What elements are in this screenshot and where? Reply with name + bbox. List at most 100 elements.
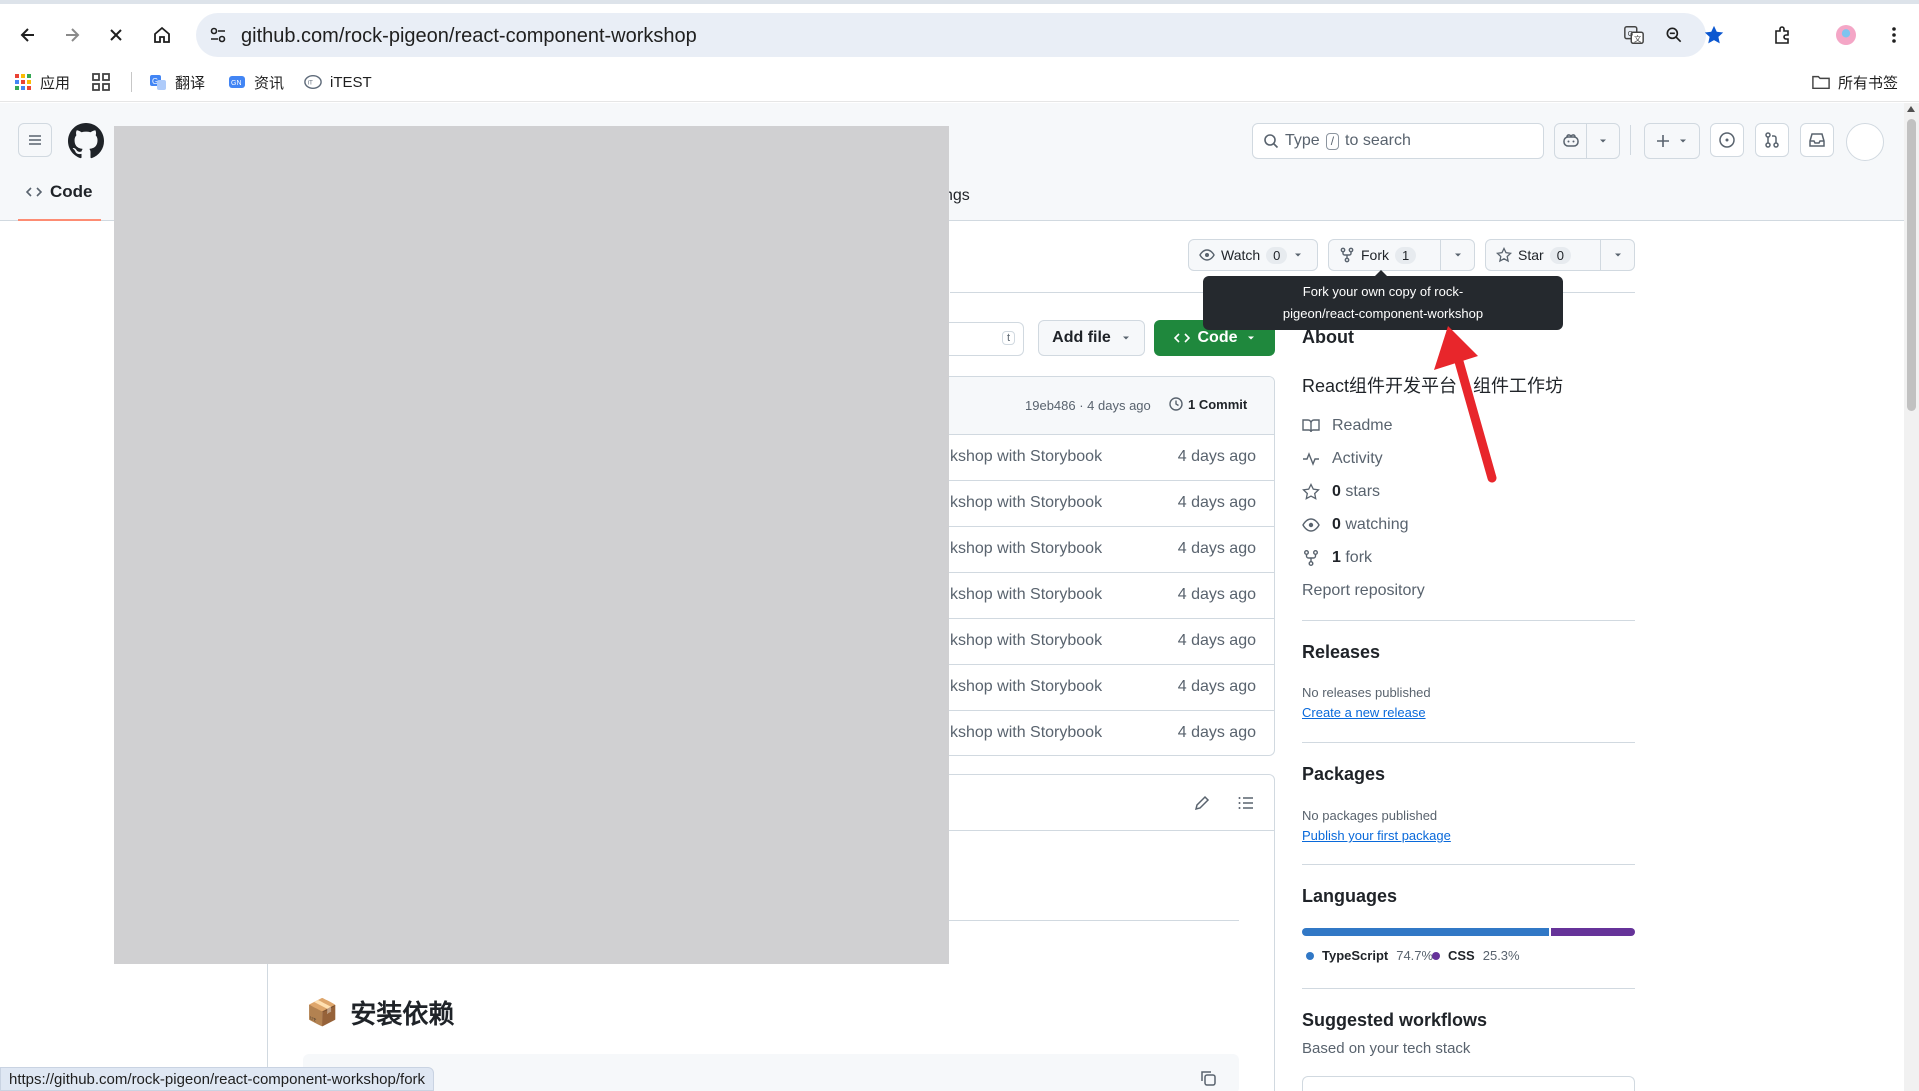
add-file-label: Add file	[1052, 329, 1111, 346]
menu-icon	[29, 135, 41, 145]
page-scrollbar[interactable]	[1904, 103, 1919, 1091]
home-button[interactable]	[146, 19, 178, 51]
commit-age: 4 days ago	[1177, 540, 1256, 557]
back-button[interactable]	[12, 19, 44, 51]
table-row: kshop with Storybook 4 days ago	[900, 573, 1274, 619]
commit-message[interactable]: kshop with Storybook	[950, 724, 1102, 742]
report-repository-link[interactable]: Report repository	[1302, 579, 1425, 603]
star-dropdown[interactable]	[1600, 240, 1634, 270]
readme-label: Readme	[1332, 417, 1393, 434]
commit-age: 4 days ago	[1177, 494, 1256, 511]
forks-link[interactable]: 1 fork	[1302, 546, 1372, 570]
bookmark-apps[interactable]: 应用	[14, 70, 70, 94]
watch-button[interactable]: Watch 0	[1188, 239, 1318, 271]
inbox-icon	[1809, 133, 1825, 147]
close-icon	[110, 29, 122, 41]
stars-link[interactable]: 0 stars	[1302, 480, 1380, 504]
code-icon	[1173, 333, 1190, 343]
commit-message[interactable]: kshop with Storybook	[950, 678, 1102, 696]
home-icon	[154, 26, 170, 43]
redacted-region	[114, 126, 949, 964]
star-button[interactable]: Star 0	[1485, 239, 1635, 271]
bookmark-star-icon[interactable]	[1702, 23, 1726, 47]
create-new-button[interactable]	[1644, 123, 1700, 159]
itest-icon: iT	[304, 73, 322, 91]
sidebar-divider	[1302, 742, 1635, 743]
commit-message[interactable]: kshop with Storybook	[950, 494, 1102, 512]
bookmark-itest[interactable]: iT iTEST	[304, 70, 372, 94]
copy-icon[interactable]	[1198, 1068, 1222, 1091]
zoom-icon[interactable]	[1662, 23, 1686, 47]
profile-avatar[interactable]	[1830, 19, 1862, 51]
go-to-file-shortcut: t	[1001, 331, 1015, 345]
language-legend-item[interactable]: TypeScript 74.7%	[1306, 948, 1433, 963]
languages-bar	[1302, 928, 1635, 936]
pull-requests-button[interactable]	[1755, 123, 1789, 157]
table-row: kshop with Storybook 4 days ago	[900, 665, 1274, 711]
publish-package-link[interactable]: Publish your first package	[1302, 828, 1451, 843]
triangle-down-icon	[1587, 124, 1619, 158]
commit-age: 4 days ago	[1177, 678, 1256, 695]
code-label: Code	[1197, 329, 1238, 346]
bookmark-label: 翻译	[175, 74, 206, 92]
activity-label: Activity	[1332, 450, 1383, 467]
hamburger-menu-button[interactable]	[18, 123, 52, 157]
star-count: 0	[1549, 246, 1571, 264]
fork-label: Fork	[1361, 247, 1389, 263]
commits-link[interactable]: 1 Commit	[1168, 396, 1247, 412]
fork-dropdown[interactable]	[1440, 240, 1474, 270]
puzzle-icon	[1775, 26, 1789, 44]
languages-heading: Languages	[1302, 886, 1398, 906]
packages-heading[interactable]: Packages	[1302, 764, 1385, 785]
releases-heading[interactable]: Releases	[1302, 642, 1380, 663]
commit-message[interactable]: kshop with Storybook	[950, 586, 1102, 604]
create-release-link[interactable]: Create a new release	[1302, 705, 1426, 720]
translate-page-icon[interactable]: G文	[1622, 23, 1646, 47]
stop-loading-button[interactable]	[100, 19, 132, 51]
readme-link[interactable]: Readme	[1302, 414, 1392, 438]
scroll-up-icon[interactable]	[1907, 106, 1915, 112]
browser-menu-button[interactable]	[1878, 19, 1910, 51]
commit-age: 4 days ago	[1177, 632, 1256, 649]
watching-count: 0	[1332, 516, 1341, 533]
all-bookmarks[interactable]: 所有书签	[1812, 70, 1898, 94]
pencil-icon[interactable]	[1190, 791, 1214, 815]
issues-button[interactable]	[1710, 123, 1744, 157]
search-placeholder: Type	[1285, 132, 1320, 149]
bookmark-news[interactable]: GN 资讯	[228, 70, 284, 94]
commit-message[interactable]: kshop with Storybook	[950, 540, 1102, 558]
language-bar-segment	[1302, 928, 1550, 936]
scroll-thumb[interactable]	[1907, 119, 1916, 411]
commit-message[interactable]: kshop with Storybook	[950, 448, 1102, 466]
readme-heading-text: 安装依赖	[350, 999, 455, 1029]
copilot-button[interactable]	[1554, 123, 1620, 159]
forward-button[interactable]	[56, 19, 88, 51]
url-text[interactable]: github.com/rock-pigeon/react-component-w…	[241, 25, 697, 48]
address-bar[interactable]: github.com/rock-pigeon/react-component-w…	[196, 13, 1724, 57]
bookmarks-bar: 应用 G 翻译 GN 资讯 iT iTEST 所有书签	[0, 62, 1919, 102]
bookmark-grid[interactable]	[92, 70, 110, 94]
list-unordered-icon[interactable]	[1234, 791, 1258, 815]
language-name: TypeScript	[1322, 948, 1389, 963]
sidebar-divider	[1302, 620, 1635, 621]
site-info-icon[interactable]	[206, 23, 230, 47]
activity-link[interactable]: Activity	[1302, 447, 1383, 471]
watch-label: Watch	[1221, 247, 1261, 263]
language-legend-item[interactable]: CSS 25.3%	[1432, 948, 1520, 963]
commit-message[interactable]: kshop with Storybook	[950, 632, 1102, 650]
tab-code[interactable]: Code	[18, 165, 101, 221]
fork-button[interactable]: Fork 1	[1328, 239, 1475, 271]
user-avatar[interactable]	[1846, 123, 1884, 161]
inbox-button[interactable]	[1800, 123, 1834, 157]
github-logo-icon[interactable]	[68, 123, 104, 159]
workflow-card[interactable]	[1302, 1076, 1635, 1091]
no-releases-text: No releases published	[1302, 685, 1431, 700]
watching-link[interactable]: 0 watching	[1302, 513, 1409, 537]
extensions-button[interactable]	[1766, 19, 1798, 51]
add-file-button[interactable]: Add file	[1038, 320, 1145, 356]
arrow-left-icon	[20, 28, 34, 42]
search-input[interactable]: Type / to search	[1252, 123, 1544, 159]
commit-meta[interactable]: 19eb486 · 4 days ago	[1025, 398, 1151, 413]
stars-label: stars	[1345, 483, 1381, 500]
bookmark-translate[interactable]: G 翻译	[149, 70, 205, 94]
